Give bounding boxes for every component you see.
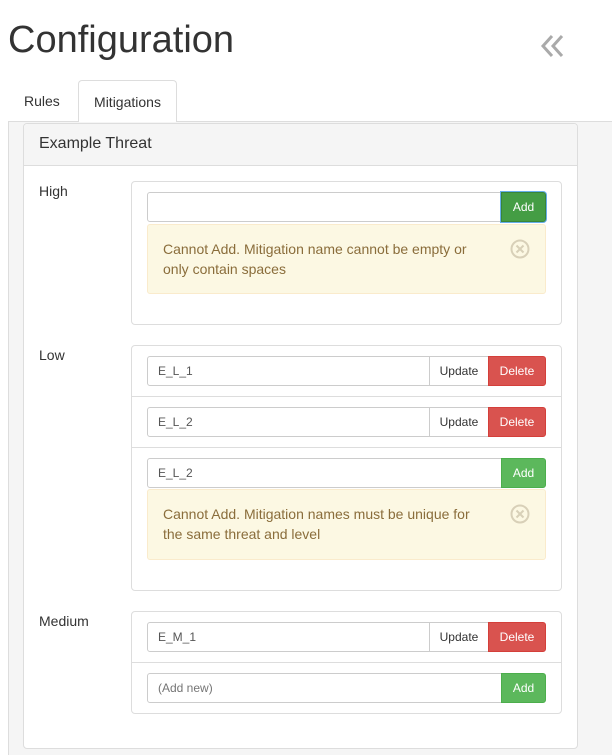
level-label-high: High [39, 183, 68, 199]
high-mitigation-group: Add Cannot Add. Mitigation name cannot b… [131, 181, 562, 325]
row-divider [132, 396, 561, 397]
high-new-mitigation-input[interactable] [147, 192, 502, 222]
low-mitigation-input-2[interactable] [147, 407, 430, 437]
medium-delete-button-1[interactable]: Delete [488, 622, 546, 652]
low-alert-text: Cannot Add. Mitigation names must be uni… [163, 506, 470, 542]
low-mitigation-group: Update Delete Update Delete Add Cannot A… [131, 345, 562, 591]
close-circle-icon[interactable] [510, 504, 530, 524]
high-error-alert: Cannot Add. Mitigation name cannot be em… [147, 224, 546, 294]
medium-mitigation-input-1[interactable] [147, 622, 430, 652]
low-new-mitigation-input[interactable] [147, 458, 502, 488]
medium-update-button-1[interactable]: Update [429, 622, 489, 652]
low-delete-button-1[interactable]: Delete [488, 356, 546, 386]
low-mitigation-input-1[interactable] [147, 356, 430, 386]
level-label-medium: Medium [39, 613, 89, 629]
low-update-button-2[interactable]: Update [429, 407, 489, 437]
medium-add-button[interactable]: Add [501, 673, 546, 703]
tab-bar: Rules Mitigations [8, 80, 612, 123]
high-alert-text: Cannot Add. Mitigation name cannot be em… [163, 241, 467, 277]
tab-mitigations[interactable]: Mitigations [78, 80, 177, 123]
row-divider [132, 662, 561, 663]
high-add-button[interactable]: Add [501, 192, 546, 222]
row-divider [132, 447, 561, 448]
double-chevron-left-icon[interactable] [538, 32, 566, 60]
low-delete-button-2[interactable]: Delete [488, 407, 546, 437]
close-circle-icon[interactable] [510, 239, 530, 259]
tab-rules[interactable]: Rules [8, 80, 76, 122]
panel-title: Example Threat [24, 124, 577, 166]
medium-mitigation-group: Update Delete Add [131, 611, 562, 714]
level-label-low: Low [39, 347, 65, 363]
medium-new-mitigation-input[interactable] [147, 673, 502, 703]
page-title: Configuration [8, 19, 235, 61]
low-error-alert: Cannot Add. Mitigation names must be uni… [147, 489, 546, 560]
low-add-button[interactable]: Add [501, 458, 546, 488]
low-update-button-1[interactable]: Update [429, 356, 489, 386]
